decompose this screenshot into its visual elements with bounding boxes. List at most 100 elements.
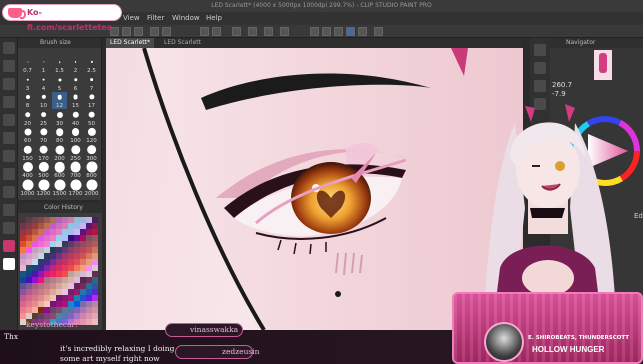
- move-tool-icon[interactable]: [3, 222, 15, 234]
- brush-size-option[interactable]: 250: [68, 144, 83, 162]
- eye-illustration: [142, 48, 523, 330]
- save-icon[interactable]: [134, 27, 143, 36]
- pen-icon[interactable]: [334, 27, 343, 36]
- menu-view[interactable]: View: [123, 12, 140, 25]
- brush-size-option[interactable]: 2000: [84, 179, 99, 197]
- zoom-value[interactable]: 260.7: [552, 81, 572, 90]
- brush-size-option[interactable]: 60: [20, 127, 35, 144]
- blend-tool-icon[interactable]: [3, 96, 15, 108]
- brush-size-dot: [71, 128, 80, 136]
- transform-icon[interactable]: [264, 27, 273, 36]
- rotate-icon[interactable]: [212, 27, 221, 36]
- brush-size-option[interactable]: 200: [52, 144, 67, 162]
- brush-size-option[interactable]: 4: [36, 75, 51, 92]
- menu-help[interactable]: Help: [206, 12, 222, 25]
- brush-size-option[interactable]: 400: [20, 162, 35, 179]
- brush-size-option[interactable]: 700: [68, 161, 83, 179]
- tab-canvas-active[interactable]: LED Scarlett*: [106, 38, 154, 48]
- brush-size-option[interactable]: 150: [20, 145, 35, 162]
- undo-icon[interactable]: [150, 27, 159, 36]
- alert-subscribers: E. SHIROBEATS, THUNDERSCOTT: [528, 335, 630, 341]
- brush-size-option[interactable]: 25: [36, 110, 51, 127]
- brush-size-option[interactable]: 500: [36, 161, 51, 179]
- gradient-tool-icon[interactable]: [3, 132, 15, 144]
- navigator-toggle-icon[interactable]: [534, 44, 546, 56]
- grid-icon[interactable]: [310, 27, 319, 36]
- layer-icon[interactable]: [374, 27, 383, 36]
- brush-size-option[interactable]: 120: [84, 127, 99, 144]
- brush-size-option[interactable]: 100: [68, 127, 83, 144]
- brush-size-option[interactable]: 7: [84, 75, 99, 92]
- stabilizer-icon[interactable]: [346, 27, 355, 36]
- brush-size-option[interactable]: 3: [20, 75, 35, 92]
- brush-size-label: 1.5: [55, 68, 64, 74]
- brush-size-option[interactable]: 6: [68, 75, 83, 92]
- brush-size-dot: [70, 144, 81, 155]
- brush-size-option[interactable]: 8: [20, 92, 35, 109]
- brush-size-option[interactable]: 30: [52, 110, 67, 127]
- brush-size-option[interactable]: 20: [20, 110, 35, 127]
- brush-size-option[interactable]: 15: [68, 92, 83, 109]
- brush-size-dot: [86, 144, 97, 155]
- brush-size-option[interactable]: 50: [84, 110, 99, 127]
- brush-size-label: 2.5: [87, 68, 96, 74]
- brush-size-dot: [27, 61, 28, 63]
- mirror-icon[interactable]: [358, 27, 367, 36]
- brush-size-dot: [87, 127, 96, 137]
- brush-size-option[interactable]: 300: [84, 144, 99, 162]
- crop-icon[interactable]: [280, 27, 289, 36]
- navigator-thumbnail[interactable]: [594, 50, 612, 80]
- brush-size-panel: Brush size 0.7 1 1.5 2 2.5 3 4 5 6 7 8 10 12 15 17 20 25…: [18, 38, 102, 200]
- brush-size-option[interactable]: 12: [52, 92, 67, 109]
- brush-size-option[interactable]: 80: [52, 127, 67, 144]
- brush-size-option[interactable]: 1000: [20, 179, 35, 197]
- brush-size-label: 7: [89, 85, 94, 92]
- pen-tool-icon[interactable]: [3, 42, 15, 54]
- brush-size-dot: [24, 128, 31, 136]
- brush-size-option[interactable]: 800: [84, 161, 99, 179]
- text-tool-icon[interactable]: [3, 168, 15, 180]
- fill-icon[interactable]: [232, 27, 241, 36]
- color-history-title: Color History: [18, 203, 102, 213]
- fill-tool-icon[interactable]: [3, 114, 15, 126]
- drawing-canvas[interactable]: [106, 48, 523, 330]
- brush-size-option[interactable]: 2: [68, 57, 83, 74]
- redo-icon[interactable]: [162, 27, 171, 36]
- brush-size-option[interactable]: 170: [36, 145, 51, 162]
- ruler-icon[interactable]: [322, 27, 331, 36]
- layer-toggle-icon[interactable]: [534, 62, 546, 74]
- eraser-icon[interactable]: [200, 27, 209, 36]
- brush-size-option[interactable]: 5: [52, 75, 67, 92]
- brush-size-option[interactable]: 1.5: [52, 57, 67, 74]
- brush-tool-icon[interactable]: [3, 60, 15, 72]
- brush-size-option[interactable]: 1: [36, 57, 51, 74]
- open-icon[interactable]: [122, 27, 131, 36]
- brush-size-option[interactable]: 1500: [52, 179, 67, 197]
- brush-size-option[interactable]: 40: [68, 110, 83, 127]
- brush-size-option[interactable]: 0.7: [20, 57, 35, 74]
- brush-size-option[interactable]: 1200: [36, 179, 51, 197]
- brush-size-option[interactable]: 2.5: [84, 57, 99, 74]
- brush-size-option[interactable]: 1700: [68, 179, 83, 197]
- ruler-tool-icon[interactable]: [3, 186, 15, 198]
- property-toggle-icon[interactable]: [534, 80, 546, 92]
- menu-filter[interactable]: Filter: [147, 12, 164, 25]
- eyedropper-tool-icon[interactable]: [3, 204, 15, 216]
- settings-icon[interactable]: [248, 27, 257, 36]
- brush-size-option[interactable]: 600: [52, 161, 67, 179]
- sub-color-swatch[interactable]: [3, 258, 15, 270]
- tab-canvas-secondary[interactable]: LED Scarlett: [160, 38, 205, 48]
- figure-tool-icon[interactable]: [3, 150, 15, 162]
- chat-message-2: it's incredibly relaxing I doing some ar…: [60, 344, 175, 363]
- menu-window[interactable]: Window: [172, 12, 200, 25]
- brush-size-label: 40: [72, 120, 79, 127]
- kofi-banner[interactable]: Ko-fi.com/scarlettetea: [2, 4, 122, 32]
- brush-size-label: 1500: [52, 190, 67, 197]
- brush-size-option[interactable]: 70: [36, 127, 51, 144]
- brush-size-dot: [40, 111, 47, 118]
- brush-size-dot: [54, 179, 65, 190]
- eraser-tool-icon[interactable]: [3, 78, 15, 90]
- brush-size-option[interactable]: 17: [84, 92, 99, 109]
- main-color-swatch[interactable]: [3, 240, 15, 252]
- brush-size-option[interactable]: 10: [36, 92, 51, 109]
